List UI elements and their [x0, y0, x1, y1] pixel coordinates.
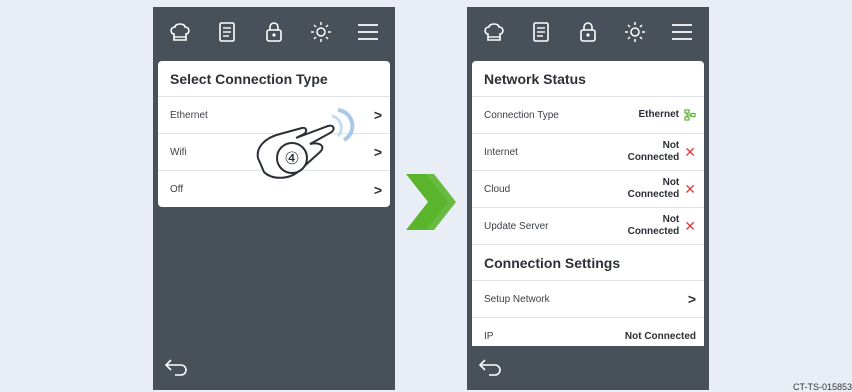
menu-icon[interactable]	[353, 17, 383, 47]
bottom-bar	[467, 346, 709, 390]
option-label: Ethernet	[170, 109, 208, 121]
setup-network-row[interactable]: Setup Network >	[472, 281, 704, 318]
option-label: Wifi	[170, 146, 187, 158]
network-status-panel: Network Status Connection Type Ethernet …	[472, 61, 704, 347]
top-toolbar	[467, 7, 709, 57]
error-x-icon: ✕	[684, 181, 696, 197]
ethernet-icon	[684, 109, 696, 121]
double-chevron-right-icon	[406, 174, 456, 230]
ip-row: IP Not Connected	[472, 318, 704, 347]
status-row-cloud: Cloud Not Connected ✕	[472, 171, 704, 208]
lock-icon[interactable]	[573, 17, 603, 47]
tap-gesture-hand-icon: ④	[256, 108, 355, 179]
status-row-internet: Internet Not Connected ✕	[472, 134, 704, 171]
step-marker: ④	[284, 149, 299, 169]
status-value: Not Connected	[627, 140, 680, 163]
bottom-bar	[153, 346, 395, 390]
chef-hat-icon[interactable]	[479, 17, 509, 47]
brightness-icon[interactable]	[306, 17, 336, 47]
recipe-book-icon[interactable]	[212, 17, 242, 47]
ip-value: Not Connected	[624, 330, 696, 342]
chevron-right-icon: >	[687, 291, 696, 307]
status-row-connection-type: Connection Type Ethernet	[472, 97, 704, 134]
phone-screen-left: Select Connection Type Ethernet > Wifi >…	[153, 7, 395, 390]
status-row-update-server: Update Server Not Connected ✕	[472, 208, 704, 245]
status-label: Internet	[484, 146, 518, 158]
document-code: CT-TS-015853	[792, 382, 852, 392]
chef-hat-icon[interactable]	[165, 17, 195, 47]
back-arrow-icon[interactable]	[163, 356, 189, 381]
status-label: Connection Type	[484, 109, 559, 121]
menu-icon[interactable]	[667, 17, 697, 47]
connection-settings-title: Connection Settings	[472, 245, 704, 281]
status-label: Update Server	[484, 220, 549, 232]
phone-screen-right: Network Status Connection Type Ethernet …	[467, 7, 709, 390]
top-toolbar	[153, 7, 395, 57]
recipe-book-icon[interactable]	[526, 17, 556, 47]
status-label: Cloud	[484, 183, 511, 195]
option-label: Off	[170, 184, 184, 195]
brightness-icon[interactable]	[620, 17, 650, 47]
lock-icon[interactable]	[259, 17, 289, 47]
error-x-icon: ✕	[684, 218, 696, 234]
status-value: Ethernet	[638, 109, 679, 120]
setting-label: IP	[484, 331, 494, 342]
error-x-icon: ✕	[684, 144, 696, 160]
panel-title: Select Connection Type	[158, 61, 390, 97]
setting-label: Setup Network	[484, 293, 550, 305]
status-value: Not Connected	[627, 214, 680, 237]
status-value: Not Connected	[627, 177, 680, 200]
back-arrow-icon[interactable]	[477, 356, 503, 381]
network-status-title: Network Status	[472, 61, 704, 97]
